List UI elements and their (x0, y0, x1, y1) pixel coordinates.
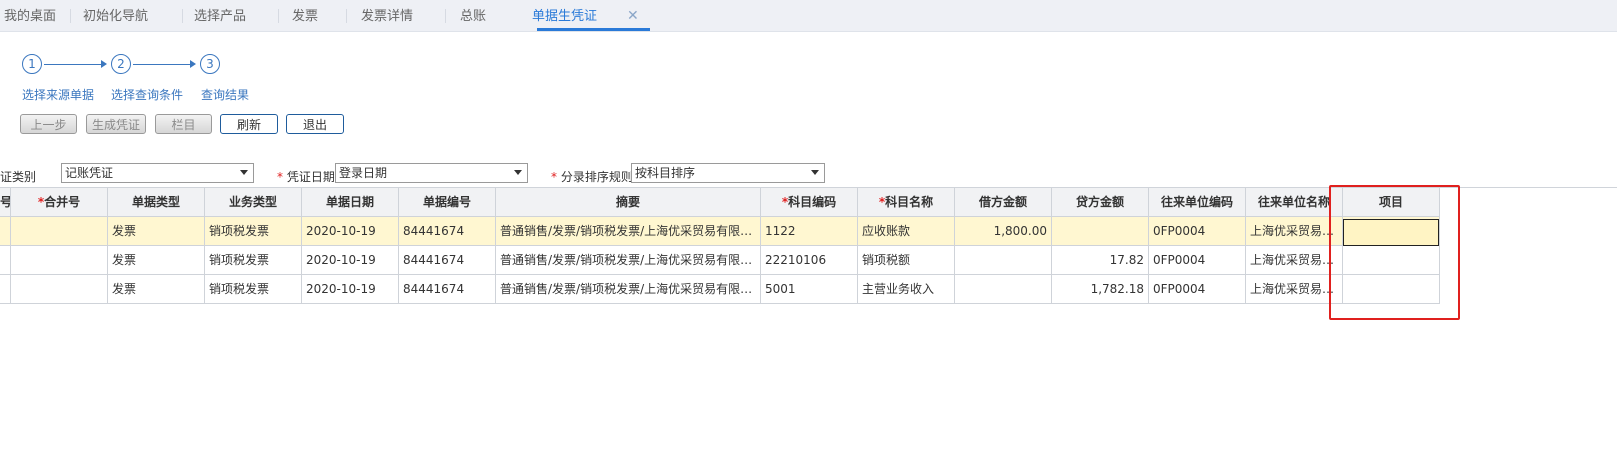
step-2-circle: 2 (111, 54, 131, 74)
sort-rule-value: 按科目排序 (635, 166, 696, 180)
tab-init-navigation[interactable]: 初始化导航 (83, 0, 148, 31)
tab-separator (445, 9, 446, 23)
cell-merge-no[interactable] (11, 246, 108, 275)
cell-bill-no[interactable]: 84441674 (399, 217, 496, 246)
col-header-credit[interactable]: 贷方金额 (1052, 188, 1149, 217)
col-header-merge-no[interactable]: *合并号 (11, 188, 108, 217)
cell-no[interactable] (0, 246, 11, 275)
cell-bill-type[interactable]: 发票 (108, 217, 205, 246)
arrow-right-icon (190, 60, 196, 68)
col-header-no[interactable]: 号 (0, 188, 11, 217)
cell-merge-no[interactable] (11, 275, 108, 304)
col-header-account-name[interactable]: *科目名称 (858, 188, 955, 217)
tab-separator (70, 9, 71, 23)
arrow-right-icon (101, 60, 107, 68)
tab-my-desktop[interactable]: 我的桌面 (4, 0, 56, 31)
col-header-partner-code[interactable]: 往来单位编码 (1149, 188, 1246, 217)
cell-debit[interactable]: 1,800.00 (955, 217, 1052, 246)
tab-bar: 我的桌面 初始化导航 选择产品 发票 发票详情 总账 单据生凭证 ✕ (0, 0, 1617, 32)
tab-select-product[interactable]: 选择产品 (194, 0, 246, 31)
cell-credit[interactable]: 17.82 (1052, 246, 1149, 275)
cell-account-code[interactable]: 5001 (761, 275, 858, 304)
col-header-summary[interactable]: 摘要 (496, 188, 761, 217)
step-3-circle: 3 (200, 54, 220, 74)
tab-separator (278, 9, 279, 23)
voucher-date-value: 登录日期 (339, 166, 388, 180)
voucher-type-value: 记账凭证 (65, 166, 114, 180)
cell-merge-no[interactable] (11, 217, 108, 246)
tab-separator (346, 9, 347, 23)
sort-rule-select[interactable]: 按科目排序 (631, 163, 825, 183)
cell-credit[interactable]: 1,782.18 (1052, 275, 1149, 304)
cell-account-code[interactable]: 22210106 (761, 246, 858, 275)
cell-business-type[interactable]: 销项税发票 (205, 275, 302, 304)
cell-bill-type[interactable]: 发票 (108, 246, 205, 275)
tab-invoice[interactable]: 发票 (292, 0, 318, 31)
col-header-debit[interactable]: 借方金额 (955, 188, 1052, 217)
tab-separator (182, 9, 183, 23)
cell-no[interactable] (0, 275, 11, 304)
cell-business-type[interactable]: 销项税发票 (205, 217, 302, 246)
cell-business-type[interactable]: 销项税发票 (205, 246, 302, 275)
active-tab-indicator (537, 28, 650, 31)
previous-step-button[interactable]: 上一步 (20, 114, 77, 134)
required-mark: * (277, 170, 287, 184)
cell-debit[interactable] (955, 275, 1052, 304)
step-connector (44, 64, 102, 65)
col-header-bill-no[interactable]: 单据编号 (399, 188, 496, 217)
tab-invoice-detail[interactable]: 发票详情 (361, 0, 413, 31)
annotation-highlight-box (1329, 185, 1460, 320)
sort-rule-label: 分录排序规则 (560, 170, 633, 184)
chevron-down-icon (240, 170, 248, 175)
cell-account-name[interactable]: 主营业务收入 (858, 275, 955, 304)
step-connector (133, 64, 191, 65)
voucher-date-select[interactable]: 登录日期 (335, 163, 528, 183)
col-header-business-type[interactable]: 业务类型 (205, 188, 302, 217)
cell-debit[interactable] (955, 246, 1052, 275)
cell-summary[interactable]: 普通销售/发票/销项税发票/上海优采贸易有限公司 (496, 246, 761, 275)
cell-bill-no[interactable]: 84441674 (399, 246, 496, 275)
cell-partner-code[interactable]: 0FP0004 (1149, 217, 1246, 246)
col-header-bill-date[interactable]: 单据日期 (302, 188, 399, 217)
col-header-account-code-label: 科目编码 (788, 195, 837, 209)
sort-rule-label-wrap: * 分录排序规则 (551, 168, 633, 185)
tab-bill-to-voucher[interactable]: 单据生凭证 (532, 0, 597, 31)
cell-summary[interactable]: 普通销售/发票/销项税发票/上海优采贸易有限公司 (496, 217, 761, 246)
voucher-date-label-wrap: * 凭证日期 (277, 168, 335, 185)
cell-bill-date[interactable]: 2020-10-19 (302, 275, 399, 304)
step-2-label: 选择查询条件 (111, 88, 184, 102)
cell-credit[interactable] (1052, 217, 1149, 246)
cell-summary[interactable]: 普通销售/发票/销项税发票/上海优采贸易有限公司 (496, 275, 761, 304)
col-header-bill-type[interactable]: 单据类型 (108, 188, 205, 217)
tab-general-ledger[interactable]: 总账 (460, 0, 486, 31)
col-header-account-code[interactable]: *科目编码 (761, 188, 858, 217)
cell-bill-date[interactable]: 2020-10-19 (302, 246, 399, 275)
step-1-label: 选择来源单据 (22, 88, 95, 102)
col-header-merge-no-label: 合并号 (44, 195, 81, 209)
cell-account-code[interactable]: 1122 (761, 217, 858, 246)
voucher-type-select[interactable]: 记账凭证 (61, 163, 254, 183)
chevron-down-icon (811, 170, 819, 175)
cell-partner-code[interactable]: 0FP0004 (1149, 246, 1246, 275)
cell-account-name[interactable]: 销项税额 (858, 246, 955, 275)
cell-account-name[interactable]: 应收账款 (858, 217, 955, 246)
cell-bill-type[interactable]: 发票 (108, 275, 205, 304)
cell-no[interactable] (0, 217, 11, 246)
chevron-down-icon (514, 170, 522, 175)
cell-bill-no[interactable]: 84441674 (399, 275, 496, 304)
step-1-circle: 1 (22, 54, 42, 74)
cell-partner-code[interactable]: 0FP0004 (1149, 275, 1246, 304)
step-3-label: 查询结果 (201, 88, 250, 102)
voucher-type-label: 证类别 (0, 170, 37, 184)
voucher-date-label: 凭证日期 (286, 170, 335, 184)
generate-voucher-button[interactable]: 生成凭证 (86, 114, 146, 134)
refresh-button[interactable]: 刷新 (220, 114, 278, 134)
columns-button[interactable]: 栏目 (155, 114, 212, 134)
cell-bill-date[interactable]: 2020-10-19 (302, 217, 399, 246)
required-mark: * (551, 170, 561, 184)
col-header-account-name-label: 科目名称 (885, 195, 934, 209)
exit-button[interactable]: 退出 (286, 114, 344, 134)
